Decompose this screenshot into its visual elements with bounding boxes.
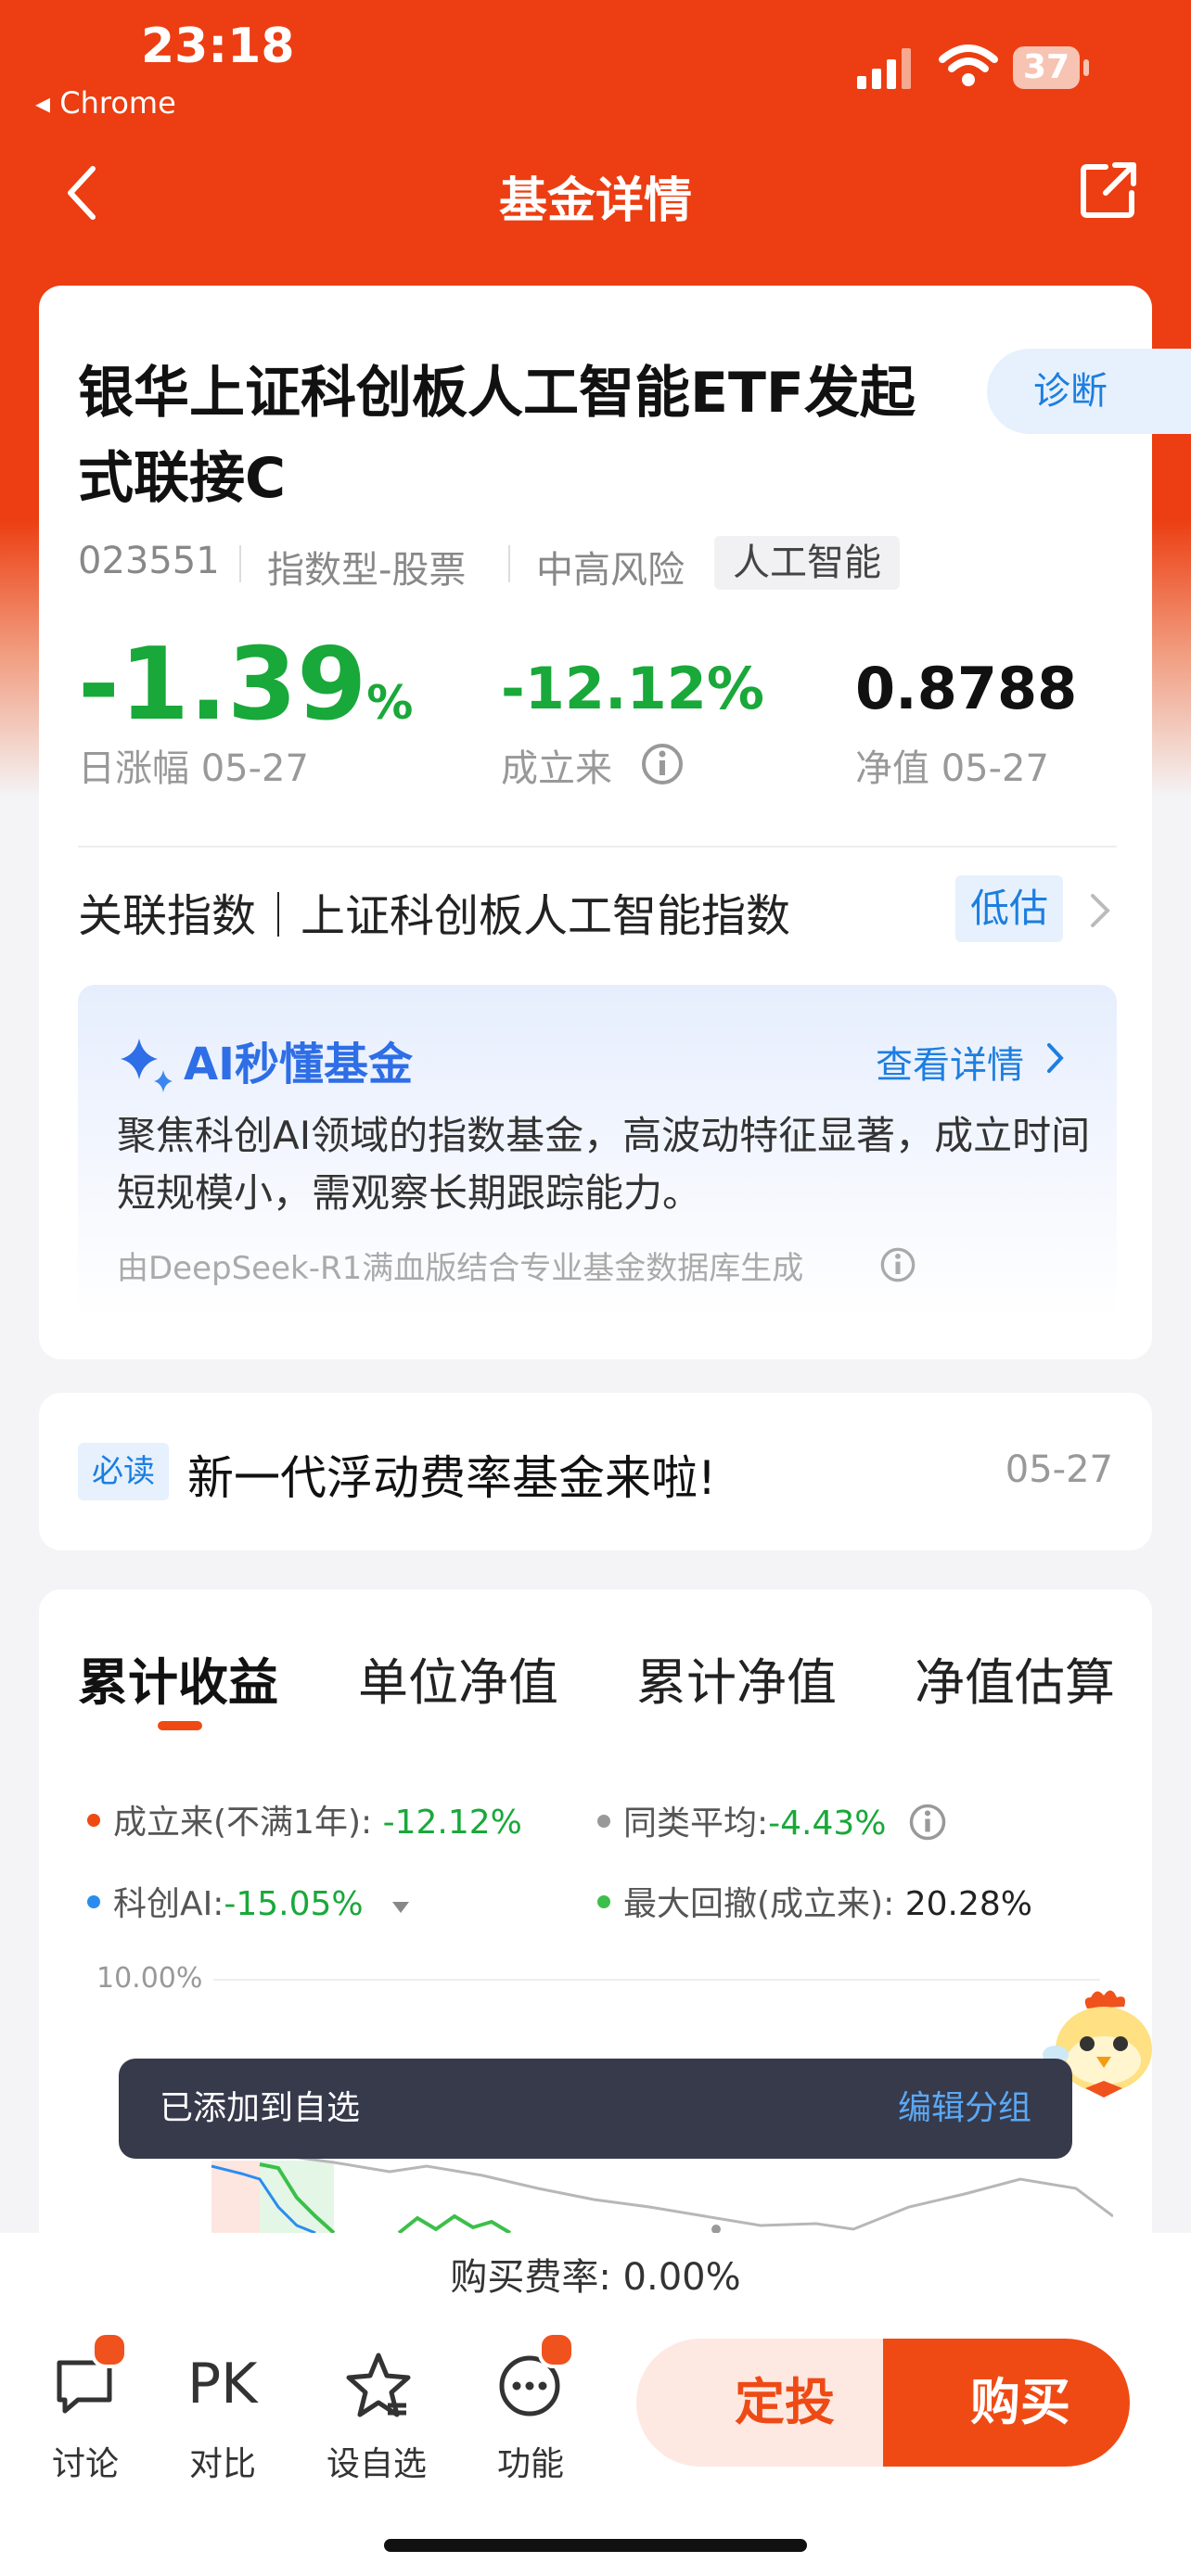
fund-code: 023551 [78,540,220,582]
page-title: 基金详情 [498,173,692,229]
nav-label: 净值 05-27 [855,747,1049,790]
tab-nav-estimate[interactable]: 净值估算 [915,1641,1115,1715]
legend-value: -12.12% [382,1804,522,1842]
legend-dot [597,1895,610,1908]
legend-value: -4.43% [768,1804,887,1843]
divider [239,545,241,582]
fund-type: 指数型-股票 [267,549,467,592]
tab-accumulated-nav[interactable]: 累计净值 [636,1641,837,1715]
battery-tip [1083,59,1089,76]
nav-value: 0.8788 [855,655,1078,722]
home-indicator [384,2539,807,2552]
since-inception-label: 成立来 [501,747,612,790]
legend-value: -15.05% [224,1885,364,1923]
watchlist-label[interactable]: 设自选 [321,2437,432,2485]
chart-line-peer [211,2149,1113,2231]
notice-date: 05-27 [1005,1448,1113,1491]
ai-summary-text: 聚焦科创AI领域的指数基金，高波动特征显著，成立时间短规模小，需观察长期跟踪能力… [117,1113,1091,1216]
notice-text: 新一代浮动费率基金来啦! [187,1451,717,1505]
notification-dot [538,2331,575,2368]
sparkle-icon [121,1039,173,1092]
y-axis-tick-top: 10.00% [96,1962,203,1995]
ai-summary-box[interactable]: AI秒懂基金 查看详情 聚焦科创AI领域的指数基金，高波动特征显著，成立时间短规… [78,985,1117,1319]
functions-label[interactable]: 功能 [475,2437,586,2485]
risk-level: 中高风险 [536,549,685,592]
info-icon[interactable] [640,742,685,786]
tab-unit-nav[interactable]: 单位净值 [358,1641,558,1715]
divider [78,846,1117,848]
legend-index[interactable]: 科创AI:-15.05% [87,1877,410,1925]
signal-icon [857,48,911,89]
info-icon[interactable] [879,1246,916,1283]
legend-dot [597,1815,610,1828]
since-inception-value: -12.12% [501,655,764,722]
dropdown-caret-icon[interactable] [391,1900,411,1915]
chevron-right-icon[interactable] [1046,1042,1065,1074]
valuation-badge[interactable]: 低估 [955,875,1063,942]
info-icon[interactable] [908,1803,947,1842]
chevron-right-icon[interactable] [1089,892,1111,929]
legend-label: 最大回撤(成立来): [623,1885,895,1923]
compare-icon[interactable]: PK [187,2352,258,2417]
back-to-app-link[interactable]: ◂ Chrome [35,85,176,121]
chart-gridline [213,1979,1100,1981]
battery-icon: 37 [1013,46,1080,89]
divider [508,545,510,582]
legend-label: 科创AI: [113,1885,224,1923]
status-bar: 23:18 ◂ Chrome 37 [0,0,1191,139]
active-tab-indicator [158,1721,202,1730]
star-icon[interactable] [343,2350,414,2420]
legend-max-drawdown: 最大回撤(成立来): 20.28% [597,1877,1032,1925]
compare-label[interactable]: 对比 [167,2437,278,2485]
purchase-fee: 购买费率: 0.00% [0,2233,1191,2324]
ai-title: AI秒懂基金 [184,1039,414,1090]
chart-line-fund-right [397,2213,512,2233]
ai-detail-link[interactable]: 查看详情 [876,1035,1024,1089]
legend-dot [87,1895,100,1908]
share-icon[interactable] [1078,159,1139,221]
day-change: -1.39% [78,627,413,743]
day-change-label: 日涨幅 05-27 [78,747,309,790]
notice-card[interactable]: 必读 新一代浮动费率基金来啦! 05-27 [39,1393,1152,1550]
legend-value: 20.28% [904,1885,1032,1923]
notification-dot [91,2331,128,2368]
diagnose-button[interactable]: 诊断 [987,349,1191,434]
must-read-badge: 必读 [78,1443,169,1500]
wifi-icon [939,45,998,86]
discuss-label[interactable]: 讨论 [30,2437,141,2485]
day-change-value: -1.39 [78,627,367,743]
tab-cumulative-return[interactable]: 累计收益 [78,1641,278,1715]
legend-since-inception: 成立来(不满1年): -12.12% [87,1795,522,1843]
fund-name: 银华上证科创板人工智能ETF发起式联接C [78,361,916,511]
ai-footnote: 由DeepSeek-R1满血版结合专业基金数据库生成 [117,1250,804,1287]
legend-label: 同类平均: [623,1804,769,1843]
buy-button[interactable]: 购买 [883,2339,1130,2467]
status-time: 23:18 [141,19,295,74]
legend-peer-average: 同类平均:-4.43% [597,1795,946,1844]
legend-label: 成立来(不满1年): [113,1804,373,1842]
toast-text: 已添加到自选 [160,2089,361,2127]
day-change-unit: % [366,676,414,730]
toast-edit-group-button[interactable]: 编辑分组 [898,2059,1031,2159]
toast: 已添加到自选 编辑分组 [119,2059,1072,2159]
legend-dot [87,1814,100,1827]
theme-tag[interactable]: 人工智能 [714,536,900,590]
related-index-label[interactable]: 关联指数｜上证科创板人工智能指数 [78,879,790,944]
